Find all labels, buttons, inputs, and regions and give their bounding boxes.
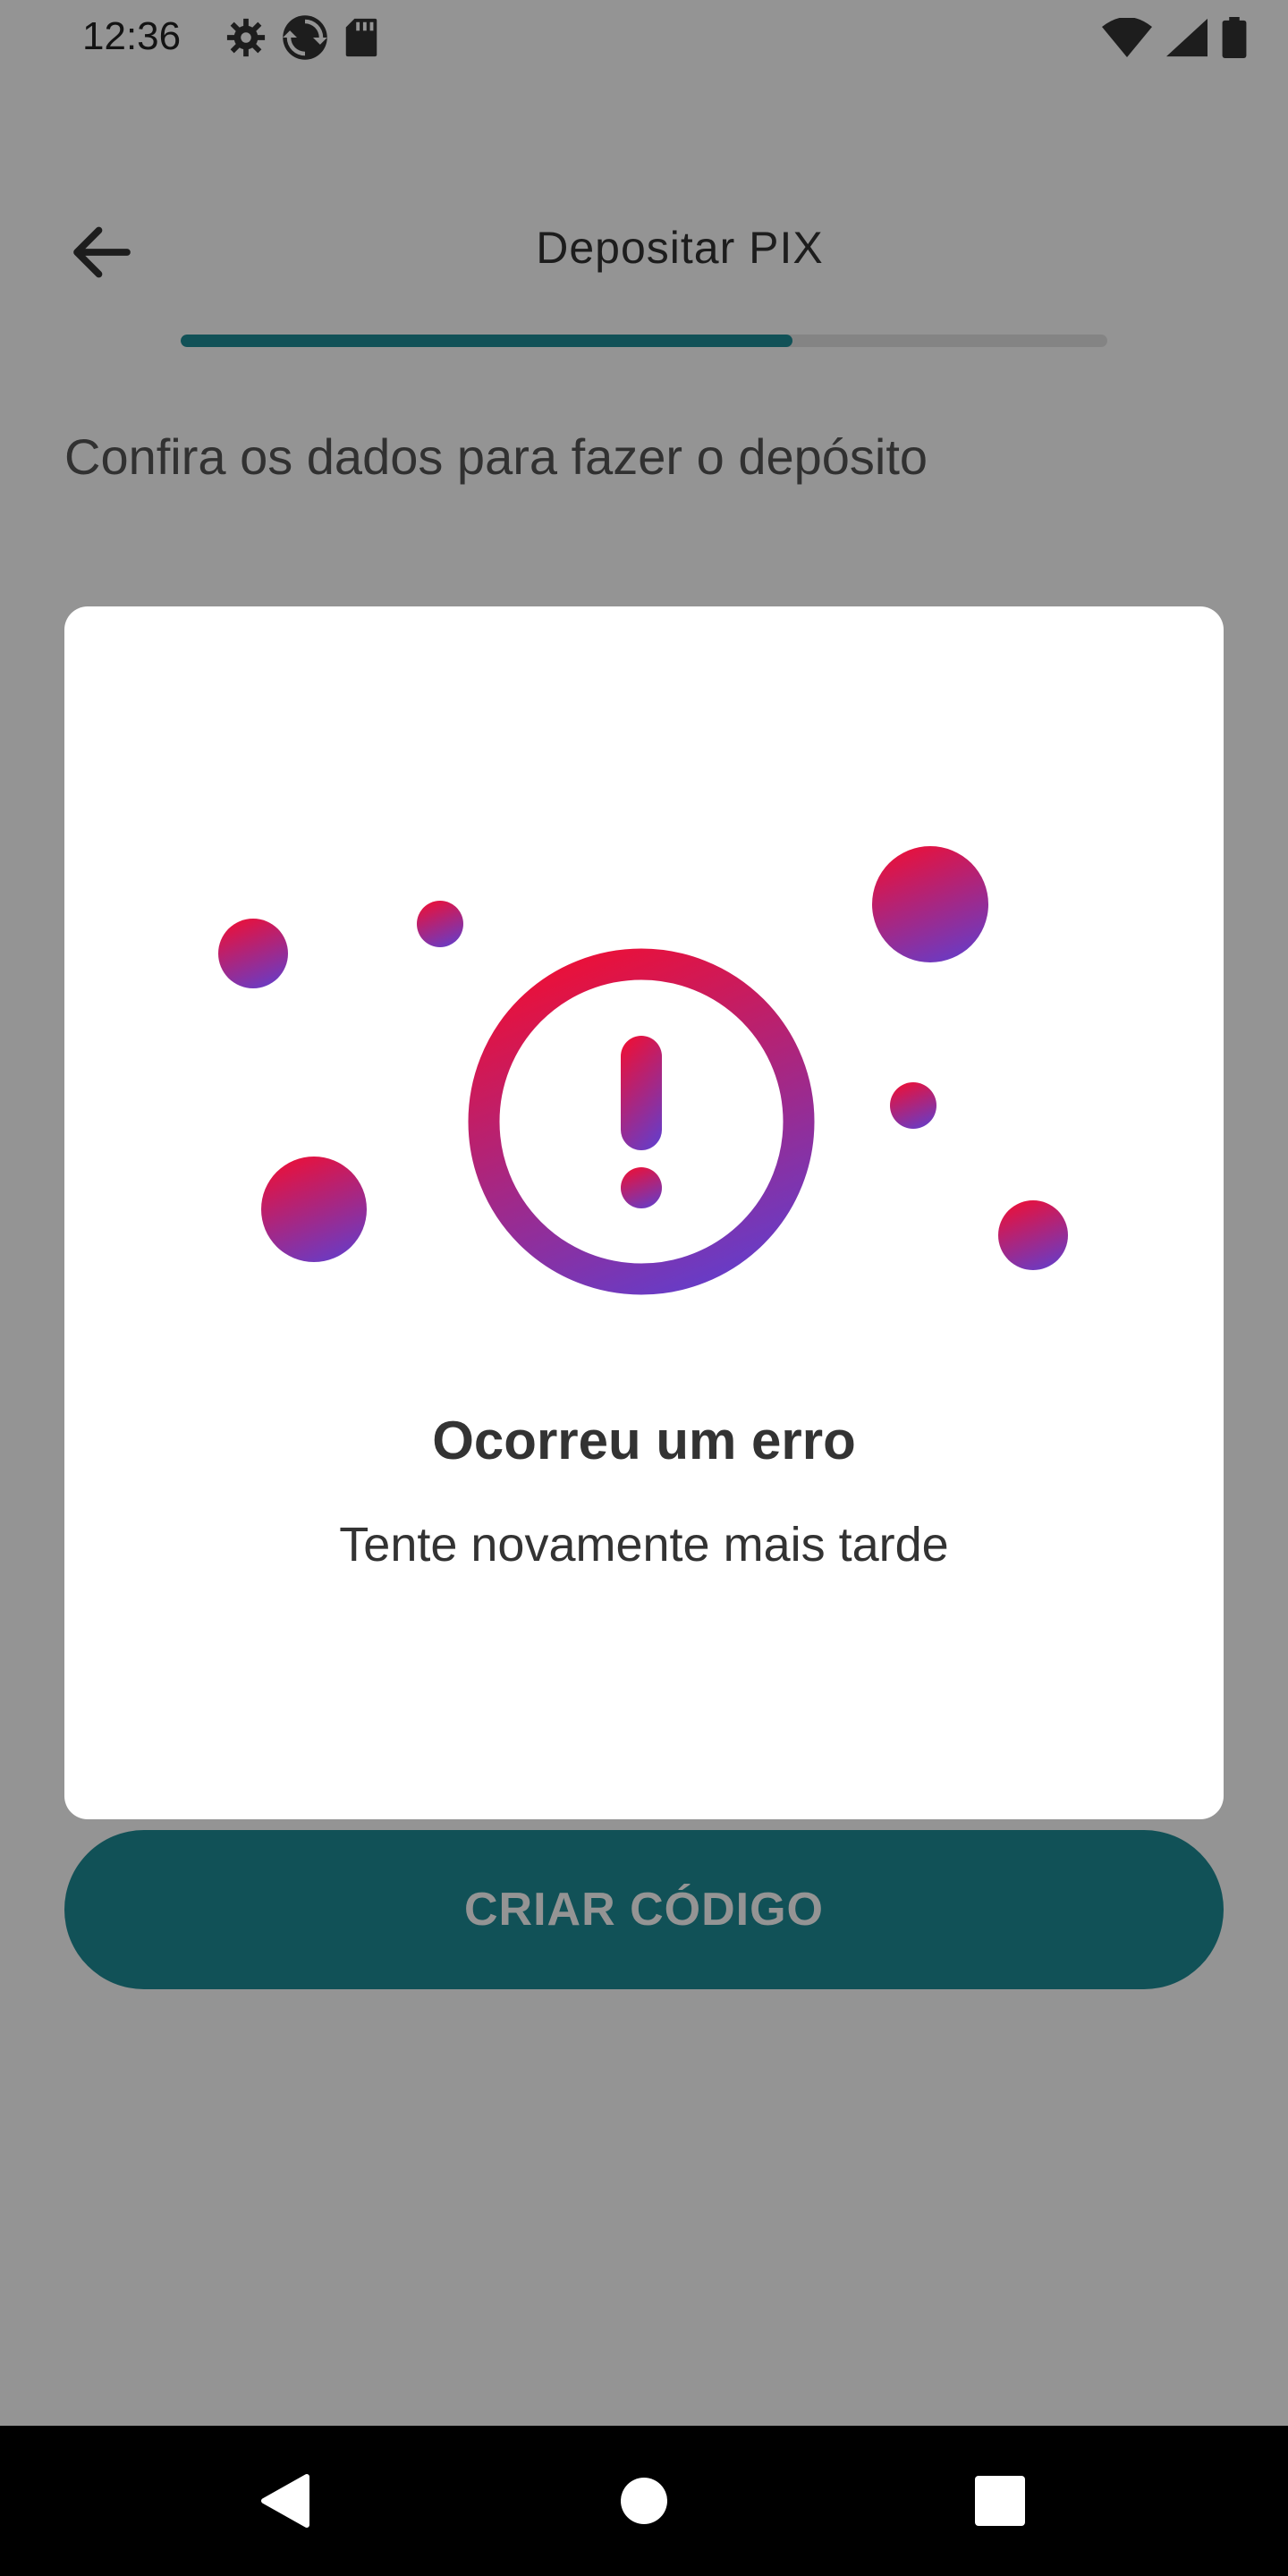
navigation-bar	[0, 2426, 1288, 2576]
dialog-title: Ocorreu um erro	[432, 1411, 856, 1470]
decor-bubble	[218, 919, 288, 988]
decor-bubble	[417, 901, 463, 947]
nav-recents-button[interactable]	[937, 2426, 1063, 2576]
nav-back-button[interactable]	[222, 2426, 347, 2576]
dialog-message: Tente novamente mais tarde	[339, 1518, 949, 1572]
recents-square-icon	[975, 2476, 1025, 2526]
error-illustration	[218, 846, 1068, 1295]
app-screen: 12:36 Depositar PIX Confira os dados par…	[0, 0, 1288, 2576]
back-triangle-icon	[261, 2474, 309, 2528]
error-dialog: Ocorreu um erro Tente novamente mais tar…	[64, 606, 1224, 1819]
decor-bubble	[872, 846, 988, 962]
decor-bubble	[890, 1082, 936, 1129]
decor-bubble	[261, 1157, 367, 1262]
error-exclamation-icon	[468, 948, 815, 1295]
nav-home-button[interactable]	[581, 2426, 707, 2576]
home-circle-icon	[621, 2478, 667, 2524]
decor-bubble	[998, 1200, 1068, 1270]
